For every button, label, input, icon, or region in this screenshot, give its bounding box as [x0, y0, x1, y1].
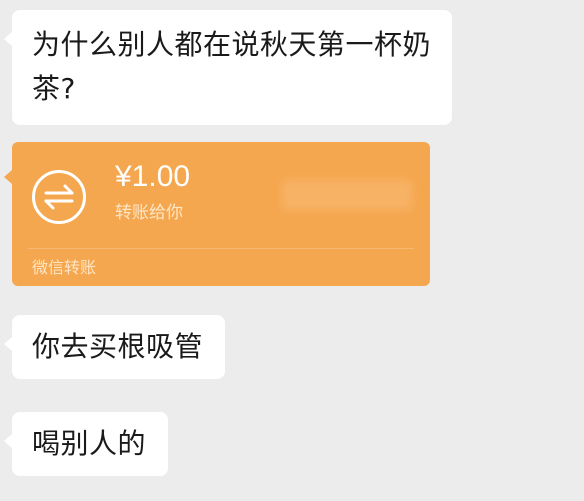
transfer-footer-label: 微信转账: [32, 258, 97, 277]
transfer-arrows-icon: [32, 170, 86, 224]
message-text: 喝别人的: [32, 427, 147, 460]
transfer-amount: ¥1.00: [115, 160, 191, 193]
message-text: 你去买根吸管: [32, 330, 204, 363]
transfer-note: 转账给你: [115, 203, 183, 223]
transfer-divider: [28, 248, 414, 249]
chat-message-bubble[interactable]: 为什么别人都在说秋天第一杯奶茶?: [4, 10, 452, 125]
transfer-card-body: ¥1.00 转账给你: [12, 142, 430, 248]
transfer-card[interactable]: ¥1.00 转账给你 微信转账: [4, 142, 430, 286]
chat-message-bubble[interactable]: 喝别人的: [3, 412, 169, 476]
chat-message-bubble[interactable]: 你去买根吸管: [3, 315, 226, 379]
chat-message-list: 为什么别人都在说秋天第一杯奶茶? ¥1.00 转账给你 微信转账 你去买根吸管 …: [0, 0, 584, 501]
blurred-region: [282, 180, 412, 210]
message-text: 为什么别人都在说秋天第一杯奶茶?: [32, 28, 432, 105]
